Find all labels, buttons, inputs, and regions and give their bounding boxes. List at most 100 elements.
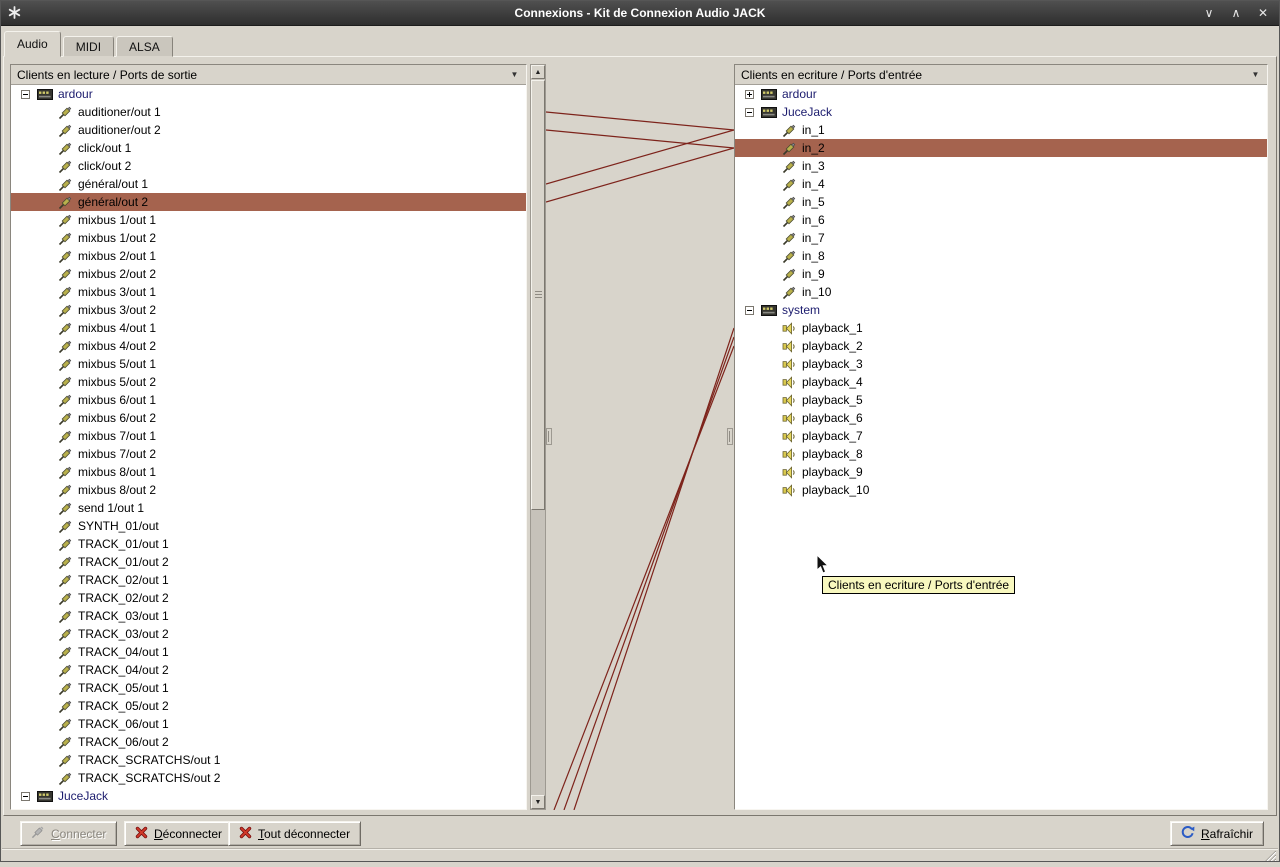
plug-icon bbox=[782, 249, 797, 264]
client-row-system[interactable]: system bbox=[735, 301, 1267, 319]
port-row-mixbus 2/out 1[interactable]: mixbus 2/out 1 bbox=[11, 247, 526, 265]
plug-icon bbox=[58, 483, 73, 498]
resize-grip[interactable] bbox=[1264, 849, 1277, 863]
client-row-JuceJack[interactable]: JuceJack bbox=[11, 787, 526, 805]
tree-item-label: TRACK_SCRATCHS/out 2 bbox=[78, 771, 221, 785]
port-row-TRACK_05/out 2[interactable]: TRACK_05/out 2 bbox=[11, 697, 526, 715]
plug-icon bbox=[58, 645, 73, 660]
splitter-handle-right[interactable] bbox=[727, 428, 733, 445]
port-row-mixbus 7/out 2[interactable]: mixbus 7/out 2 bbox=[11, 445, 526, 463]
port-row-TRACK_04/out 2[interactable]: TRACK_04/out 2 bbox=[11, 661, 526, 679]
expand-toggle-icon[interactable] bbox=[745, 89, 754, 99]
tree-item-label: system bbox=[782, 303, 821, 317]
port-row-TRACK_05/out 1[interactable]: TRACK_05/out 1 bbox=[11, 679, 526, 697]
port-row-mixbus 2/out 2[interactable]: mixbus 2/out 2 bbox=[11, 265, 526, 283]
port-row-send 1/out 1[interactable]: send 1/out 1 bbox=[11, 499, 526, 517]
port-row-in_9[interactable]: in_9 bbox=[735, 265, 1267, 283]
port-row-in_10[interactable]: in_10 bbox=[735, 283, 1267, 301]
port-row-click/out 1[interactable]: click/out 1 bbox=[11, 139, 526, 157]
right-panel-header[interactable]: Clients en ecriture / Ports d'entrée ▼ bbox=[735, 65, 1267, 85]
client-row-ardour[interactable]: ardour bbox=[11, 85, 526, 103]
port-row-in_2[interactable]: in_2 bbox=[735, 139, 1267, 157]
tree-item-label: TRACK_04/out 1 bbox=[78, 645, 169, 659]
chevron-down-icon[interactable]: ▼ bbox=[507, 70, 522, 79]
port-row-mixbus 7/out 1[interactable]: mixbus 7/out 1 bbox=[11, 427, 526, 445]
port-row-TRACK_02/out 1[interactable]: TRACK_02/out 1 bbox=[11, 571, 526, 589]
port-row-in_4[interactable]: in_4 bbox=[735, 175, 1267, 193]
client-row-ardour[interactable]: ardour bbox=[735, 85, 1267, 103]
port-row-in_6[interactable]: in_6 bbox=[735, 211, 1267, 229]
port-row-playback_1[interactable]: playback_1 bbox=[735, 319, 1267, 337]
port-row-in_3[interactable]: in_3 bbox=[735, 157, 1267, 175]
disconnect-x-icon bbox=[135, 826, 148, 842]
port-row-TRACK_06/out 1[interactable]: TRACK_06/out 1 bbox=[11, 715, 526, 733]
port-row-auditioner/out 1[interactable]: auditioner/out 1 bbox=[11, 103, 526, 121]
collapse-toggle-icon[interactable] bbox=[745, 107, 754, 117]
title-bar[interactable]: Connexions - Kit de Connexion Audio JACK… bbox=[0, 0, 1280, 26]
port-row-TRACK_02/out 2[interactable]: TRACK_02/out 2 bbox=[11, 589, 526, 607]
splitter-handle-left[interactable] bbox=[546, 428, 552, 445]
port-row-mixbus 3/out 2[interactable]: mixbus 3/out 2 bbox=[11, 301, 526, 319]
port-row-playback_4[interactable]: playback_4 bbox=[735, 373, 1267, 391]
close-icon[interactable]: ✕ bbox=[1256, 6, 1270, 20]
collapse-toggle-icon[interactable] bbox=[21, 89, 30, 99]
port-row-mixbus 8/out 2[interactable]: mixbus 8/out 2 bbox=[11, 481, 526, 499]
tab-midi[interactable]: MIDI bbox=[62, 36, 115, 57]
port-row-playback_9[interactable]: playback_9 bbox=[735, 463, 1267, 481]
port-row-mixbus 5/out 2[interactable]: mixbus 5/out 2 bbox=[11, 373, 526, 391]
port-row-TRACK_SCRATCHS/out 2[interactable]: TRACK_SCRATCHS/out 2 bbox=[11, 769, 526, 787]
tab-audio[interactable]: Audio bbox=[4, 31, 61, 57]
disconnect-button[interactable]: Déconnecter bbox=[124, 821, 234, 846]
collapse-toggle-icon[interactable] bbox=[21, 791, 30, 801]
port-row-in_7[interactable]: in_7 bbox=[735, 229, 1267, 247]
refresh-button[interactable]: Rafraîchir bbox=[1169, 821, 1264, 846]
port-row-playback_7[interactable]: playback_7 bbox=[735, 427, 1267, 445]
tab-bar: Audio MIDI ALSA bbox=[4, 31, 175, 57]
disconnect-all-button[interactable]: Tout déconnecter bbox=[228, 821, 362, 846]
port-row-click/out 2[interactable]: click/out 2 bbox=[11, 157, 526, 175]
port-row-TRACK_01/out 1[interactable]: TRACK_01/out 1 bbox=[11, 535, 526, 553]
scroll-down-icon[interactable]: ▼ bbox=[531, 795, 545, 809]
scroll-up-icon[interactable]: ▲ bbox=[531, 65, 545, 79]
port-row-mixbus 3/out 1[interactable]: mixbus 3/out 1 bbox=[11, 283, 526, 301]
scrollbar-thumb[interactable] bbox=[531, 80, 545, 510]
port-row-playback_5[interactable]: playback_5 bbox=[735, 391, 1267, 409]
tree-item-label: mixbus 6/out 2 bbox=[78, 411, 157, 425]
left-panel-header[interactable]: Clients en lecture / Ports de sortie ▼ bbox=[11, 65, 526, 85]
port-row-mixbus 4/out 1[interactable]: mixbus 4/out 1 bbox=[11, 319, 526, 337]
port-row-in_8[interactable]: in_8 bbox=[735, 247, 1267, 265]
port-row-mixbus 6/out 2[interactable]: mixbus 6/out 2 bbox=[11, 409, 526, 427]
port-row-mixbus 8/out 1[interactable]: mixbus 8/out 1 bbox=[11, 463, 526, 481]
port-row-in_1[interactable]: in_1 bbox=[735, 121, 1267, 139]
collapse-toggle-icon[interactable] bbox=[745, 305, 754, 315]
port-row-SYNTH_01/out[interactable]: SYNTH_01/out bbox=[11, 517, 526, 535]
port-row-playback_2[interactable]: playback_2 bbox=[735, 337, 1267, 355]
port-row-TRACK_06/out 2[interactable]: TRACK_06/out 2 bbox=[11, 733, 526, 751]
left-list-scrollbar[interactable]: ▲ ▼ bbox=[530, 64, 546, 810]
port-row-TRACK_03/out 2[interactable]: TRACK_03/out 2 bbox=[11, 625, 526, 643]
port-row-TRACK_04/out 1[interactable]: TRACK_04/out 1 bbox=[11, 643, 526, 661]
client-row-JuceJack[interactable]: JuceJack bbox=[735, 103, 1267, 121]
tab-alsa[interactable]: ALSA bbox=[116, 36, 173, 57]
port-row-mixbus 5/out 1[interactable]: mixbus 5/out 1 bbox=[11, 355, 526, 373]
port-row-playback_8[interactable]: playback_8 bbox=[735, 445, 1267, 463]
port-row-mixbus 1/out 1[interactable]: mixbus 1/out 1 bbox=[11, 211, 526, 229]
port-row-playback_6[interactable]: playback_6 bbox=[735, 409, 1267, 427]
port-row-mixbus 1/out 2[interactable]: mixbus 1/out 2 bbox=[11, 229, 526, 247]
port-row-playback_10[interactable]: playback_10 bbox=[735, 481, 1267, 499]
chevron-down-icon[interactable]: ▼ bbox=[1248, 70, 1263, 79]
connect-button[interactable]: Connecter bbox=[20, 821, 118, 846]
port-row-in_5[interactable]: in_5 bbox=[735, 193, 1267, 211]
port-row-playback_3[interactable]: playback_3 bbox=[735, 355, 1267, 373]
port-row-mixbus 4/out 2[interactable]: mixbus 4/out 2 bbox=[11, 337, 526, 355]
port-row-TRACK_01/out 2[interactable]: TRACK_01/out 2 bbox=[11, 553, 526, 571]
maximize-icon[interactable]: ∧ bbox=[1229, 6, 1243, 20]
port-row-général/out 1[interactable]: général/out 1 bbox=[11, 175, 526, 193]
plug-icon bbox=[58, 717, 73, 732]
port-row-TRACK_SCRATCHS/out 1[interactable]: TRACK_SCRATCHS/out 1 bbox=[11, 751, 526, 769]
port-row-auditioner/out 2[interactable]: auditioner/out 2 bbox=[11, 121, 526, 139]
port-row-général/out 2[interactable]: général/out 2 bbox=[11, 193, 526, 211]
port-row-mixbus 6/out 1[interactable]: mixbus 6/out 1 bbox=[11, 391, 526, 409]
port-row-TRACK_03/out 1[interactable]: TRACK_03/out 1 bbox=[11, 607, 526, 625]
minimize-icon[interactable]: ∨ bbox=[1202, 6, 1216, 20]
